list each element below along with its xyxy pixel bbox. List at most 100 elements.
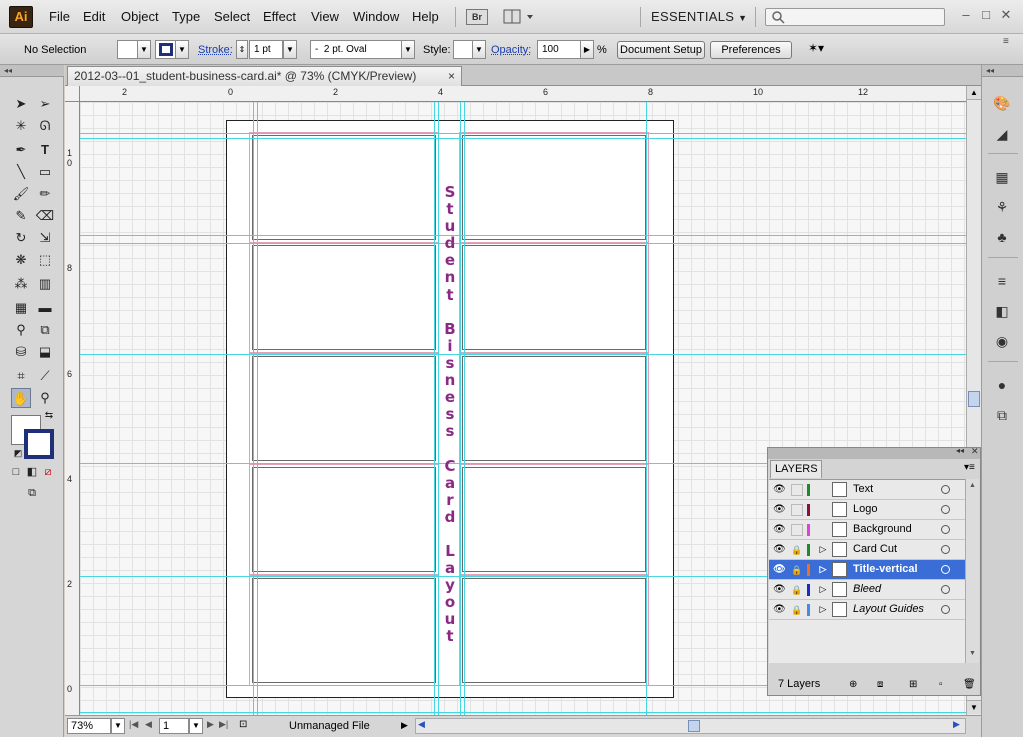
scroll-thumb[interactable] xyxy=(688,720,700,732)
stroke-weight-field[interactable]: 1 pt xyxy=(249,40,283,59)
visibility-eye-icon[interactable]: 👁 xyxy=(773,484,786,496)
stroke-color-picker[interactable] xyxy=(155,40,177,59)
layer-name[interactable]: Layout Guides xyxy=(853,600,924,619)
panel-menu-icon[interactable]: ≡ xyxy=(1003,36,1009,47)
menu-effect[interactable]: Effect xyxy=(263,9,296,24)
zoom-tool-icon[interactable]: ⚲ xyxy=(35,388,55,408)
zoom-field[interactable]: 73% xyxy=(67,718,111,734)
stroke-swatch[interactable] xyxy=(24,429,54,459)
visibility-eye-icon[interactable]: 👁 xyxy=(773,524,786,536)
close-icon[interactable]: × xyxy=(448,67,455,85)
menu-type[interactable]: Type xyxy=(172,9,200,24)
free-transform-tool-icon[interactable]: ⬚ xyxy=(35,250,55,270)
scroll-down-icon[interactable]: ▼ xyxy=(966,647,979,661)
color-guide-icon[interactable]: ◢ xyxy=(991,124,1013,144)
layer-row[interactable]: 👁 🔒 ▷ Title-vertical xyxy=(769,560,965,580)
layers-tab[interactable]: LAYERS xyxy=(770,460,822,478)
menu-help[interactable]: Help xyxy=(412,9,439,24)
chevron-down-icon[interactable]: ▼ xyxy=(189,718,203,734)
locate-object-icon[interactable]: ⊕ xyxy=(849,676,857,693)
maximize-icon[interactable]: □ xyxy=(979,8,993,22)
minimize-icon[interactable]: – xyxy=(959,8,973,22)
panel-menu-icon[interactable]: ▾≡ xyxy=(964,462,975,473)
layer-row[interactable]: 👁 Background xyxy=(769,520,965,540)
chevron-down-icon[interactable]: ▼ xyxy=(137,40,151,59)
pencil-tool-icon[interactable]: ✏ xyxy=(35,184,55,204)
layer-name[interactable]: Bleed xyxy=(853,580,881,599)
menu-select[interactable]: Select xyxy=(214,9,250,24)
swap-fill-stroke-icon[interactable]: ⇆ xyxy=(42,409,56,423)
chevron-down-icon[interactable]: ▼ xyxy=(111,718,125,734)
gradient-panel-icon[interactable]: ◧ xyxy=(991,301,1013,321)
brush-definition-field[interactable]: - 2 pt. Oval xyxy=(310,40,402,59)
live-paint-selection-tool-icon[interactable]: ⬓ xyxy=(35,342,55,362)
scroll-right-icon[interactable]: ▶ xyxy=(953,719,960,730)
scroll-left-icon[interactable]: ◀ xyxy=(418,719,425,730)
horizontal-scrollbar[interactable]: ◀ ▶ xyxy=(415,718,966,734)
warp-tool-icon[interactable]: ❋ xyxy=(11,250,31,270)
gradient-mode-icon[interactable]: ◧ xyxy=(25,465,39,479)
live-paint-bucket-tool-icon[interactable]: ⛁ xyxy=(11,342,31,362)
target-circle-icon[interactable] xyxy=(941,565,950,574)
layers-scrollbar[interactable]: ▲ ▼ xyxy=(965,479,979,663)
layer-name[interactable]: Card Cut xyxy=(853,540,897,559)
close-icon[interactable]: ✕ xyxy=(971,446,979,457)
layer-name[interactable]: Title-vertical xyxy=(853,560,918,579)
menu-window[interactable]: Window xyxy=(353,9,399,24)
layer-row[interactable]: 👁 🔒 ▷ Bleed xyxy=(769,580,965,600)
layer-row[interactable]: 👁 🔒 ▷ Layout Guides xyxy=(769,600,965,620)
target-circle-icon[interactable] xyxy=(941,505,950,514)
bridge-button[interactable]: Br xyxy=(466,9,488,25)
direct-selection-tool-icon[interactable]: ➢ xyxy=(35,94,55,114)
layer-name[interactable]: Logo xyxy=(853,500,877,519)
scroll-up-icon[interactable]: ▲ xyxy=(966,479,979,493)
chevron-down-icon[interactable]: ▼ xyxy=(175,40,189,59)
dock-collapse-icon[interactable]: ◂◂ xyxy=(982,65,1023,77)
stroke-panel-icon[interactable]: ≡ xyxy=(991,271,1013,291)
preferences-button[interactable]: Preferences xyxy=(710,41,792,59)
scroll-up-icon[interactable]: ▲ xyxy=(967,86,981,100)
expand-triangle-icon[interactable]: ▷ xyxy=(818,560,828,579)
eraser-tool-icon[interactable]: ⌫ xyxy=(35,206,55,226)
last-page-icon[interactable]: ▶| xyxy=(219,719,228,730)
opacity-label[interactable]: Opacity: xyxy=(491,44,531,56)
layer-row[interactable]: 👁 Text xyxy=(769,480,965,500)
scroll-down-icon[interactable]: ▼ xyxy=(967,700,981,714)
screen-mode-icon[interactable]: ⧉ xyxy=(21,485,43,501)
default-colors-icon[interactable]: ◩ xyxy=(11,446,25,460)
layer-name[interactable]: Text xyxy=(853,480,873,499)
rotate-tool-icon[interactable]: ↻ xyxy=(11,228,31,248)
transparency-panel-icon[interactable]: ◉ xyxy=(991,331,1013,351)
layer-row[interactable]: 👁 🔒 ▷ Card Cut xyxy=(769,540,965,560)
artboard-tool-icon[interactable]: ⌗ xyxy=(11,366,31,386)
next-page-icon[interactable]: ▶ xyxy=(207,719,214,730)
collapse-panel-icon[interactable]: ◂◂ xyxy=(956,446,964,455)
version-cue-icon[interactable]: ⊡ xyxy=(239,719,247,730)
new-layer-icon[interactable]: ▫ xyxy=(939,676,943,693)
mesh-tool-icon[interactable]: ▦ xyxy=(11,298,31,318)
blob-brush-tool-icon[interactable]: ✎ xyxy=(11,206,31,226)
close-icon[interactable]: ✕ xyxy=(999,8,1013,22)
page-field[interactable]: 1 xyxy=(159,718,189,734)
none-mode-icon[interactable]: ⧄ xyxy=(41,465,55,479)
horizontal-ruler[interactable]: 2 0 2 4 6 8 10 12 xyxy=(80,86,966,102)
menu-object[interactable]: Object xyxy=(121,9,159,24)
isolate-selection-icon[interactable]: ✶▾ xyxy=(803,40,829,59)
previous-page-icon[interactable]: ◀ xyxy=(145,719,152,730)
status-menu-icon[interactable]: ▶ xyxy=(401,720,408,731)
expand-triangle-icon[interactable]: ▷ xyxy=(818,600,828,619)
fill-color-picker[interactable] xyxy=(117,40,139,59)
appearance-panel-icon[interactable]: ● xyxy=(991,375,1013,395)
symbol-sprayer-tool-icon[interactable]: ⁂ xyxy=(11,274,31,294)
workspace-switcher[interactable]: ESSENTIALS ▼ xyxy=(651,9,747,24)
expand-triangle-icon[interactable]: ▷ xyxy=(818,580,828,599)
new-sublayer-icon[interactable]: ⊞ xyxy=(909,676,917,693)
brushes-panel-icon[interactable]: ⚘ xyxy=(991,197,1013,217)
target-circle-icon[interactable] xyxy=(941,525,950,534)
scale-tool-icon[interactable]: ⇲ xyxy=(35,228,55,248)
delete-layer-icon[interactable]: 🗑 xyxy=(963,676,976,693)
type-tool-icon[interactable]: T xyxy=(35,140,55,160)
visibility-eye-icon[interactable]: 👁 xyxy=(773,544,786,556)
vertical-ruler[interactable]: 1 0 8 6 4 2 0 xyxy=(65,102,80,715)
stroke-label[interactable]: Stroke: xyxy=(198,44,233,56)
